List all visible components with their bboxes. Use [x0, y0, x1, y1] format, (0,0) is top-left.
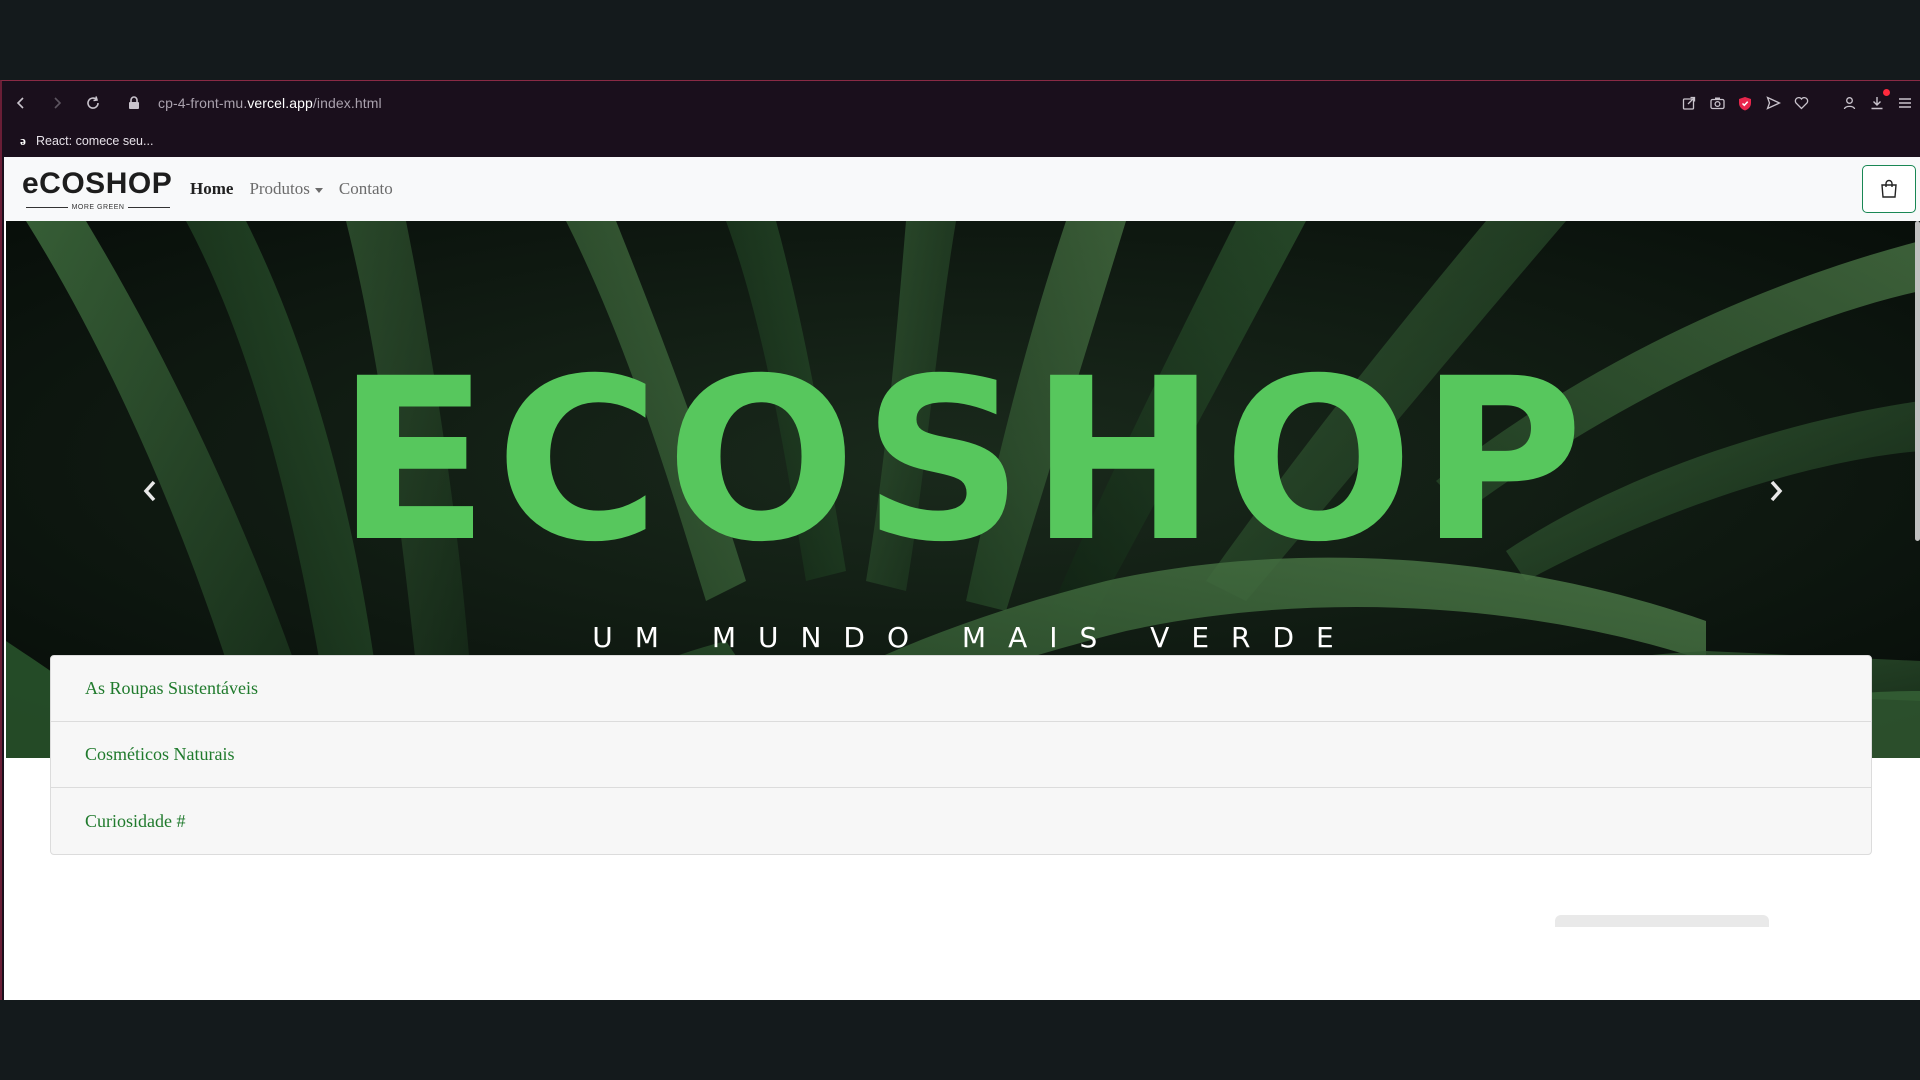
- browser-toolbar: cp-4-front-mu.vercel.app/index.html: [2, 81, 1920, 125]
- logo-rule: [26, 206, 68, 208]
- address-bar[interactable]: cp-4-front-mu.vercel.app/index.html: [158, 95, 382, 111]
- notification-dot: [1883, 89, 1890, 96]
- url-path: /index.html: [312, 95, 382, 111]
- accordion-item-label: Cosméticos Naturais: [85, 744, 235, 764]
- floating-widget-edge: [1555, 915, 1769, 927]
- nav-produtos-dropdown[interactable]: Produtos: [249, 179, 323, 199]
- hero-subtitle: UM MUNDO MAIS VERDE: [592, 621, 1356, 654]
- caret-down-icon: [314, 187, 323, 193]
- forward-icon[interactable]: [40, 86, 74, 120]
- send-icon[interactable]: [1764, 94, 1782, 112]
- lock-icon[interactable]: [126, 95, 142, 111]
- nav-home-link[interactable]: Home: [190, 179, 233, 199]
- accordion-item[interactable]: Curiosidade #: [51, 788, 1871, 854]
- browser-window: cp-4-front-mu.vercel.app/index.html ə Re…: [0, 80, 1920, 1001]
- download-icon[interactable]: [1868, 89, 1890, 112]
- logo-subtitle: MORE GREEN: [71, 203, 125, 211]
- accordion-item[interactable]: Cosméticos Naturais: [51, 722, 1871, 788]
- url-prefix: cp-4-front-mu.: [158, 95, 248, 111]
- toolbar-actions: [1680, 81, 1914, 125]
- web-page: eCOSHOP MORE GREEN Home Produtos Contato: [4, 157, 1920, 1001]
- profile-icon[interactable]: [1840, 94, 1858, 112]
- carousel-next-button[interactable]: [1756, 471, 1796, 511]
- screen-letterbox: [0, 1000, 1920, 1080]
- logo-wordmark: eCOSHOP: [22, 167, 173, 200]
- chevron-left-icon: [143, 480, 156, 502]
- menu-icon[interactable]: [1896, 94, 1914, 112]
- adblock-shield-icon[interactable]: [1736, 94, 1754, 112]
- scrollbar-thumb[interactable]: [1915, 221, 1920, 541]
- nav-links: Home Produtos Contato: [190, 179, 393, 199]
- nav-contato-link[interactable]: Contato: [339, 179, 393, 199]
- bookmark-label: React: comece seu...: [36, 134, 154, 148]
- hero-title: ECOSHOP: [336, 330, 1590, 591]
- nav-produtos-label: Produtos: [249, 179, 310, 198]
- url-host: vercel.app: [247, 95, 313, 111]
- camera-icon[interactable]: [1708, 94, 1726, 112]
- shopping-bag-icon: [1881, 179, 1897, 198]
- accordion-item-label: Curiosidade #: [85, 810, 186, 831]
- logo-subtitle-row: MORE GREEN: [26, 202, 170, 212]
- share-icon[interactable]: [1680, 94, 1698, 112]
- faq-accordion: As Roupas Sustentáveis Cosméticos Natura…: [50, 655, 1872, 855]
- bookmark-favicon-icon: ə: [20, 133, 26, 148]
- accordion-item[interactable]: As Roupas Sustentáveis: [51, 656, 1871, 722]
- reload-icon[interactable]: [76, 86, 110, 120]
- chevron-right-icon: [1770, 480, 1783, 502]
- site-navbar: eCOSHOP MORE GREEN Home Produtos Contato: [4, 157, 1920, 221]
- accordion-item-label: As Roupas Sustentáveis: [85, 678, 258, 698]
- bookmark-item[interactable]: ə React: comece seu...: [16, 133, 154, 148]
- cart-button[interactable]: [1862, 165, 1916, 213]
- logo-rule: [128, 206, 170, 208]
- page-scrollbar[interactable]: [1914, 221, 1920, 1001]
- site-logo[interactable]: eCOSHOP MORE GREEN: [22, 167, 174, 211]
- back-icon[interactable]: [4, 86, 38, 120]
- heart-icon[interactable]: [1792, 94, 1810, 112]
- bookmarks-bar: ə React: comece seu...: [2, 125, 1920, 157]
- carousel-prev-button[interactable]: [130, 471, 170, 511]
